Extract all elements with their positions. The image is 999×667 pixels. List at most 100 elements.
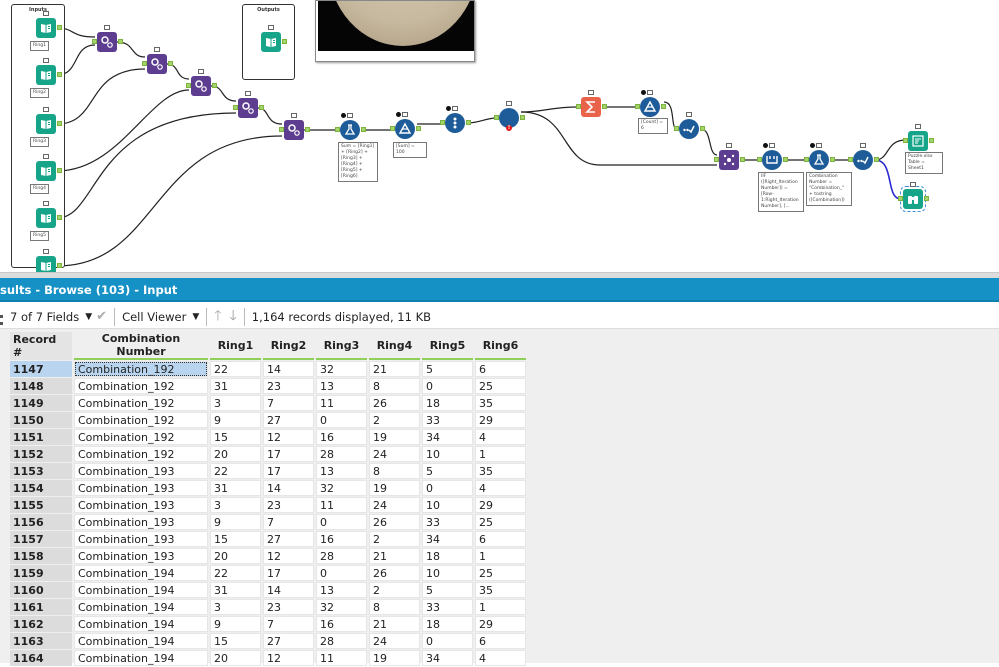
data-cell[interactable]: 1	[475, 446, 526, 462]
output-anchor[interactable]	[661, 104, 666, 109]
output-anchor[interactable]	[57, 25, 62, 30]
output-anchor[interactable]	[924, 196, 929, 201]
output-anchor[interactable]	[57, 168, 62, 173]
output-anchor[interactable]	[282, 39, 287, 44]
table-row[interactable]: 1159 Combination_194 22 17 0 26 10 25	[10, 565, 526, 581]
checkmark-icon[interactable]: ✔	[96, 309, 107, 324]
data-cell[interactable]: 19	[369, 650, 420, 666]
data-cell[interactable]: Combination_193	[74, 531, 208, 547]
data-cell[interactable]: 31	[210, 480, 261, 496]
data-cell[interactable]: 23	[263, 599, 314, 615]
data-cell[interactable]: 15	[210, 633, 261, 649]
input-anchor[interactable]	[576, 104, 581, 109]
data-cell[interactable]: 5	[422, 463, 473, 479]
data-cell[interactable]: 1	[475, 599, 526, 615]
data-cell[interactable]: Combination_194	[74, 599, 208, 615]
data-cell[interactable]: 3	[210, 395, 261, 411]
data-cell[interactable]: 4	[475, 429, 526, 445]
data-cell[interactable]: 26	[369, 395, 420, 411]
workflow-canvas[interactable]: Inputs Outputs Ring1 Ring2 Ring3 Ring4 Ring5…	[0, 0, 999, 272]
tool-input[interactable]	[36, 114, 56, 134]
table-row[interactable]: 1158 Combination_193 20 12 28 21 18 1	[10, 548, 526, 564]
data-cell[interactable]: 18	[422, 395, 473, 411]
output-anchor[interactable]	[416, 126, 421, 131]
tool-formula[interactable]	[340, 120, 360, 140]
table-row[interactable]: 1157 Combination_193 15 27 16 2 34 6	[10, 531, 526, 547]
column-header[interactable]: Combination Number	[74, 332, 208, 360]
data-cell[interactable]: 17	[263, 446, 314, 462]
output-anchor[interactable]	[57, 72, 62, 77]
data-cell[interactable]: 10	[422, 446, 473, 462]
data-cell[interactable]: Combination_193	[74, 497, 208, 513]
data-cell[interactable]: 7	[263, 395, 314, 411]
data-cell[interactable]: 6	[475, 633, 526, 649]
tool-formula[interactable]	[809, 150, 829, 170]
data-cell[interactable]: 0	[316, 514, 367, 530]
table-row[interactable]: 1147 Combination_192 22 14 32 21 5 6	[10, 361, 526, 377]
data-cell[interactable]: 19	[369, 480, 420, 496]
tool-filter[interactable]	[640, 97, 660, 117]
data-cell[interactable]: Combination_193	[74, 514, 208, 530]
sort-up-button[interactable]: 🡑	[210, 307, 225, 327]
data-cell[interactable]: 3	[210, 599, 261, 615]
data-cell[interactable]: 2	[369, 531, 420, 547]
data-cell[interactable]: 4	[475, 480, 526, 496]
data-cell[interactable]: 20	[210, 650, 261, 666]
data-cell[interactable]: 22	[210, 565, 261, 581]
record-number-cell[interactable]: 1160	[10, 582, 72, 598]
input-anchor[interactable]	[186, 83, 191, 88]
data-cell[interactable]: 27	[263, 412, 314, 428]
data-cell[interactable]: 26	[369, 565, 420, 581]
data-cell[interactable]: 14	[263, 582, 314, 598]
data-cell[interactable]: 25	[475, 565, 526, 581]
record-number-cell[interactable]: 1157	[10, 531, 72, 547]
output-anchor[interactable]	[783, 157, 788, 162]
sort-down-button[interactable]: 🡓	[226, 307, 241, 327]
data-cell[interactable]: 10	[422, 565, 473, 581]
output-anchor[interactable]	[57, 263, 62, 268]
table-row[interactable]: 1152 Combination_192 20 17 28 24 10 1	[10, 446, 526, 462]
record-number-cell[interactable]: 1151	[10, 429, 72, 445]
tool-append-fields[interactable]	[147, 54, 167, 74]
data-cell[interactable]: 20	[210, 548, 261, 564]
input-anchor[interactable]	[233, 105, 238, 110]
tool-multi-field[interactable]	[762, 150, 782, 170]
record-number-cell[interactable]: 1158	[10, 548, 72, 564]
data-cell[interactable]: 24	[369, 633, 420, 649]
fields-dropdown[interactable]: 7 of 7 Fields ▼ ✔	[0, 307, 111, 327]
tool-append-fields[interactable]	[191, 76, 211, 96]
input-anchor[interactable]	[92, 39, 97, 44]
table-row[interactable]: 1163 Combination_194 15 27 28 24 0 6	[10, 633, 526, 649]
tool-join[interactable]	[719, 150, 739, 170]
column-header[interactable]: Ring1	[210, 332, 261, 360]
data-cell[interactable]: 34	[422, 531, 473, 547]
tool-append-fields[interactable]	[97, 32, 117, 52]
data-cell[interactable]: 1	[475, 548, 526, 564]
output-anchor[interactable]	[57, 121, 62, 126]
record-number-cell[interactable]: 1159	[10, 565, 72, 581]
data-cell[interactable]: Combination_194	[74, 633, 208, 649]
column-header[interactable]: Ring3	[316, 332, 367, 360]
input-anchor[interactable]	[757, 157, 762, 162]
data-cell[interactable]: 9	[210, 616, 261, 632]
data-cell[interactable]: 17	[263, 565, 314, 581]
data-cell[interactable]: 9	[210, 412, 261, 428]
input-anchor[interactable]	[279, 127, 284, 132]
data-cell[interactable]: 29	[475, 616, 526, 632]
data-cell[interactable]: 8	[369, 463, 420, 479]
data-cell[interactable]: 6	[475, 531, 526, 547]
data-cell[interactable]: 7	[263, 616, 314, 632]
data-cell[interactable]: 6	[475, 361, 526, 377]
tool-browse[interactable]	[900, 186, 926, 212]
output-anchor[interactable]	[212, 83, 217, 88]
data-cell[interactable]: 31	[210, 582, 261, 598]
data-cell[interactable]: 8	[369, 599, 420, 615]
data-cell[interactable]: 0	[422, 378, 473, 394]
output-anchor[interactable]	[259, 105, 264, 110]
table-row[interactable]: 1151 Combination_192 15 12 16 19 34 4	[10, 429, 526, 445]
data-cell[interactable]: 15	[210, 429, 261, 445]
data-cell[interactable]: 5	[422, 361, 473, 377]
output-anchor[interactable]	[118, 39, 123, 44]
column-header[interactable]: Ring4	[369, 332, 420, 360]
data-cell[interactable]: 2	[369, 412, 420, 428]
